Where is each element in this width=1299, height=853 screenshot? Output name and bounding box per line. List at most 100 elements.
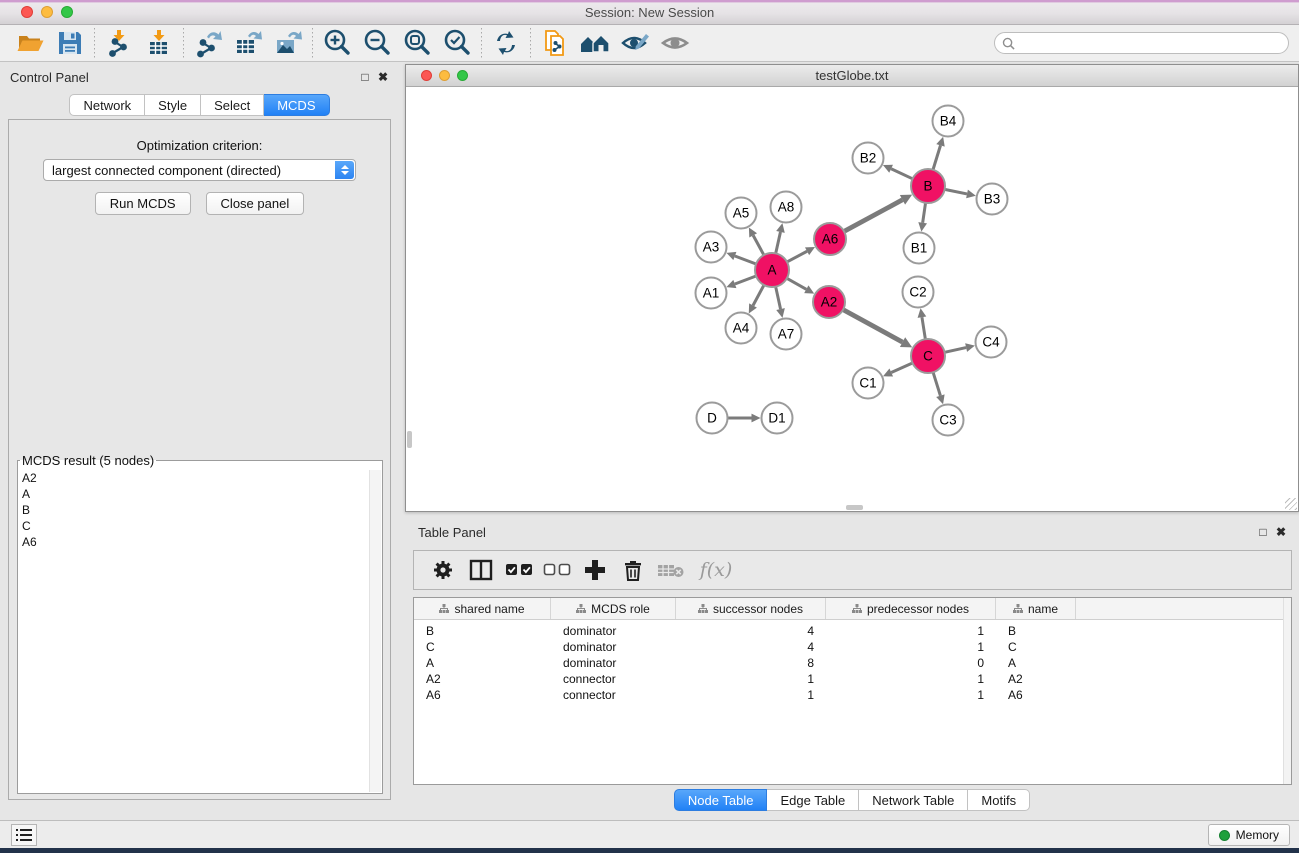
table-cell[interactable]: connector [551,671,676,687]
column-header-predecessor-nodes[interactable]: predecessor nodes [826,598,996,619]
table-row[interactable]: A2connector11A2 [414,671,1291,687]
graph-edge-A-A7[interactable] [776,287,781,309]
export-table-button[interactable] [228,26,268,60]
criterion-dropdown[interactable]: largest connected component (directed) [43,159,356,181]
graph-edge-B-B4[interactable] [933,145,941,169]
table-cell[interactable]: connector [551,687,676,703]
table-cell[interactable]: 1 [826,671,996,687]
tab-motifs[interactable]: Motifs [968,789,1030,811]
column-header-name[interactable]: name [996,598,1076,619]
table-row[interactable]: Adominator80A [414,655,1291,671]
graph-edge-A2-C[interactable] [843,310,902,342]
export-network-button[interactable] [188,26,228,60]
duplicate-network-button[interactable] [535,26,575,60]
close-panel-button[interactable]: Close panel [206,192,305,215]
tab-select[interactable]: Select [201,94,264,116]
table-cell[interactable]: A6 [996,687,1076,703]
table-row[interactable]: A6connector11A6 [414,687,1291,703]
table-cell[interactable]: 4 [676,639,826,655]
table-cell[interactable]: 0 [826,655,996,671]
close-table-panel-icon[interactable]: ✖ [1273,525,1289,539]
float-panel-icon[interactable]: □ [357,70,373,84]
search-input[interactable] [1020,36,1288,50]
zoom-fit-button[interactable] [397,26,437,60]
canvas-vertical-scrollbar[interactable] [407,431,412,448]
graph-edge-A-A1[interactable] [735,276,756,284]
table-cell[interactable]: dominator [551,623,676,639]
function-builder-button[interactable]: f(x) [690,554,742,586]
table-cell[interactable]: dominator [551,655,676,671]
table-row[interactable]: Bdominator41B [414,623,1291,639]
float-table-panel-icon[interactable]: □ [1255,525,1271,539]
table-cell[interactable]: B [996,623,1076,639]
refresh-button[interactable] [486,26,526,60]
table-cell[interactable]: 8 [676,655,826,671]
mcds-result-list[interactable]: A2ABCA6 [19,470,369,792]
zoom-selected-button[interactable] [437,26,477,60]
graph-edge-A-A8[interactable] [776,232,781,254]
delete-table-button[interactable] [652,554,690,586]
table-cell[interactable]: A [414,655,551,671]
mcds-result-item[interactable]: B [22,502,369,518]
table-cell[interactable]: C [996,639,1076,655]
table-cell[interactable]: 1 [826,623,996,639]
table-cell[interactable]: A6 [414,687,551,703]
zoom-out-button[interactable] [357,26,397,60]
network-window-titlebar[interactable]: testGlobe.txt [406,65,1298,87]
graph-edge-A-A6[interactable] [787,251,807,262]
table-cell[interactable]: 4 [676,623,826,639]
graph-edge-B-B2[interactable] [891,169,912,179]
close-panel-icon[interactable]: ✖ [375,70,391,84]
zoom-in-button[interactable] [317,26,357,60]
mcds-result-item[interactable]: C [22,518,369,534]
import-network-button[interactable] [99,26,139,60]
table-cell[interactable]: 1 [826,687,996,703]
show-all-networks-button[interactable] [575,26,615,60]
table-settings-button[interactable] [424,554,462,586]
graph-edge-C-C4[interactable] [945,348,967,353]
node-attribute-table[interactable]: shared nameMCDS rolesuccessor nodesprede… [413,597,1292,785]
window-resize-grip[interactable] [1285,498,1297,510]
run-mcds-button[interactable]: Run MCDS [95,192,191,215]
network-canvas[interactable]: B4B2BB3A8A5A6A3B1AA1C2A2A4A7C4CC1C3DD1 [407,88,1297,510]
tab-network-table[interactable]: Network Table [859,789,968,811]
graph-edge-A-A5[interactable] [753,235,764,255]
table-cell[interactable]: dominator [551,639,676,655]
graph-edge-A-A2[interactable] [787,278,807,289]
graph-edge-C-C3[interactable] [933,372,940,395]
toggle-graphics-details-button[interactable] [615,26,655,60]
tab-edge-table[interactable]: Edge Table [767,789,859,811]
column-header-successor-nodes[interactable]: successor nodes [676,598,826,619]
mcds-result-item[interactable]: A6 [22,534,369,550]
select-all-columns-button[interactable] [500,554,538,586]
save-session-button[interactable] [50,26,90,60]
mcds-result-item[interactable]: A [22,486,369,502]
mcds-result-item[interactable]: A2 [22,470,369,486]
table-cell[interactable]: C [414,639,551,655]
table-cell[interactable]: 1 [676,671,826,687]
mcds-list-scrollbar[interactable] [369,470,381,792]
show-eye-button[interactable] [655,26,695,60]
table-row[interactable]: Cdominator41C [414,639,1291,655]
column-header-MCDS-role[interactable]: MCDS role [551,598,676,619]
import-table-button[interactable] [139,26,179,60]
open-session-button[interactable] [10,26,50,60]
delete-column-button[interactable] [614,554,652,586]
network-graph[interactable]: B4B2BB3A8A5A6A3B1AA1C2A2A4A7C4CC1C3DD1 [407,88,1297,510]
table-vertical-scrollbar[interactable] [1283,598,1291,784]
table-cell[interactable]: 1 [826,639,996,655]
table-cell[interactable]: A2 [996,671,1076,687]
graph-edge-B-B1[interactable] [923,203,926,223]
tab-mcds[interactable]: MCDS [264,94,329,116]
search-field[interactable] [994,32,1289,54]
table-cell[interactable]: B [414,623,551,639]
export-image-button[interactable] [268,26,308,60]
graph-edge-A-A3[interactable] [735,256,756,264]
graph-edge-A-A4[interactable] [753,285,764,306]
graph-edge-C-C2[interactable] [922,317,925,339]
graph-edge-C-C1[interactable] [891,363,912,373]
deselect-all-columns-button[interactable] [538,554,576,586]
table-cell[interactable]: A2 [414,671,551,687]
canvas-horizontal-scrollbar[interactable] [846,505,863,510]
table-cell[interactable]: 1 [676,687,826,703]
